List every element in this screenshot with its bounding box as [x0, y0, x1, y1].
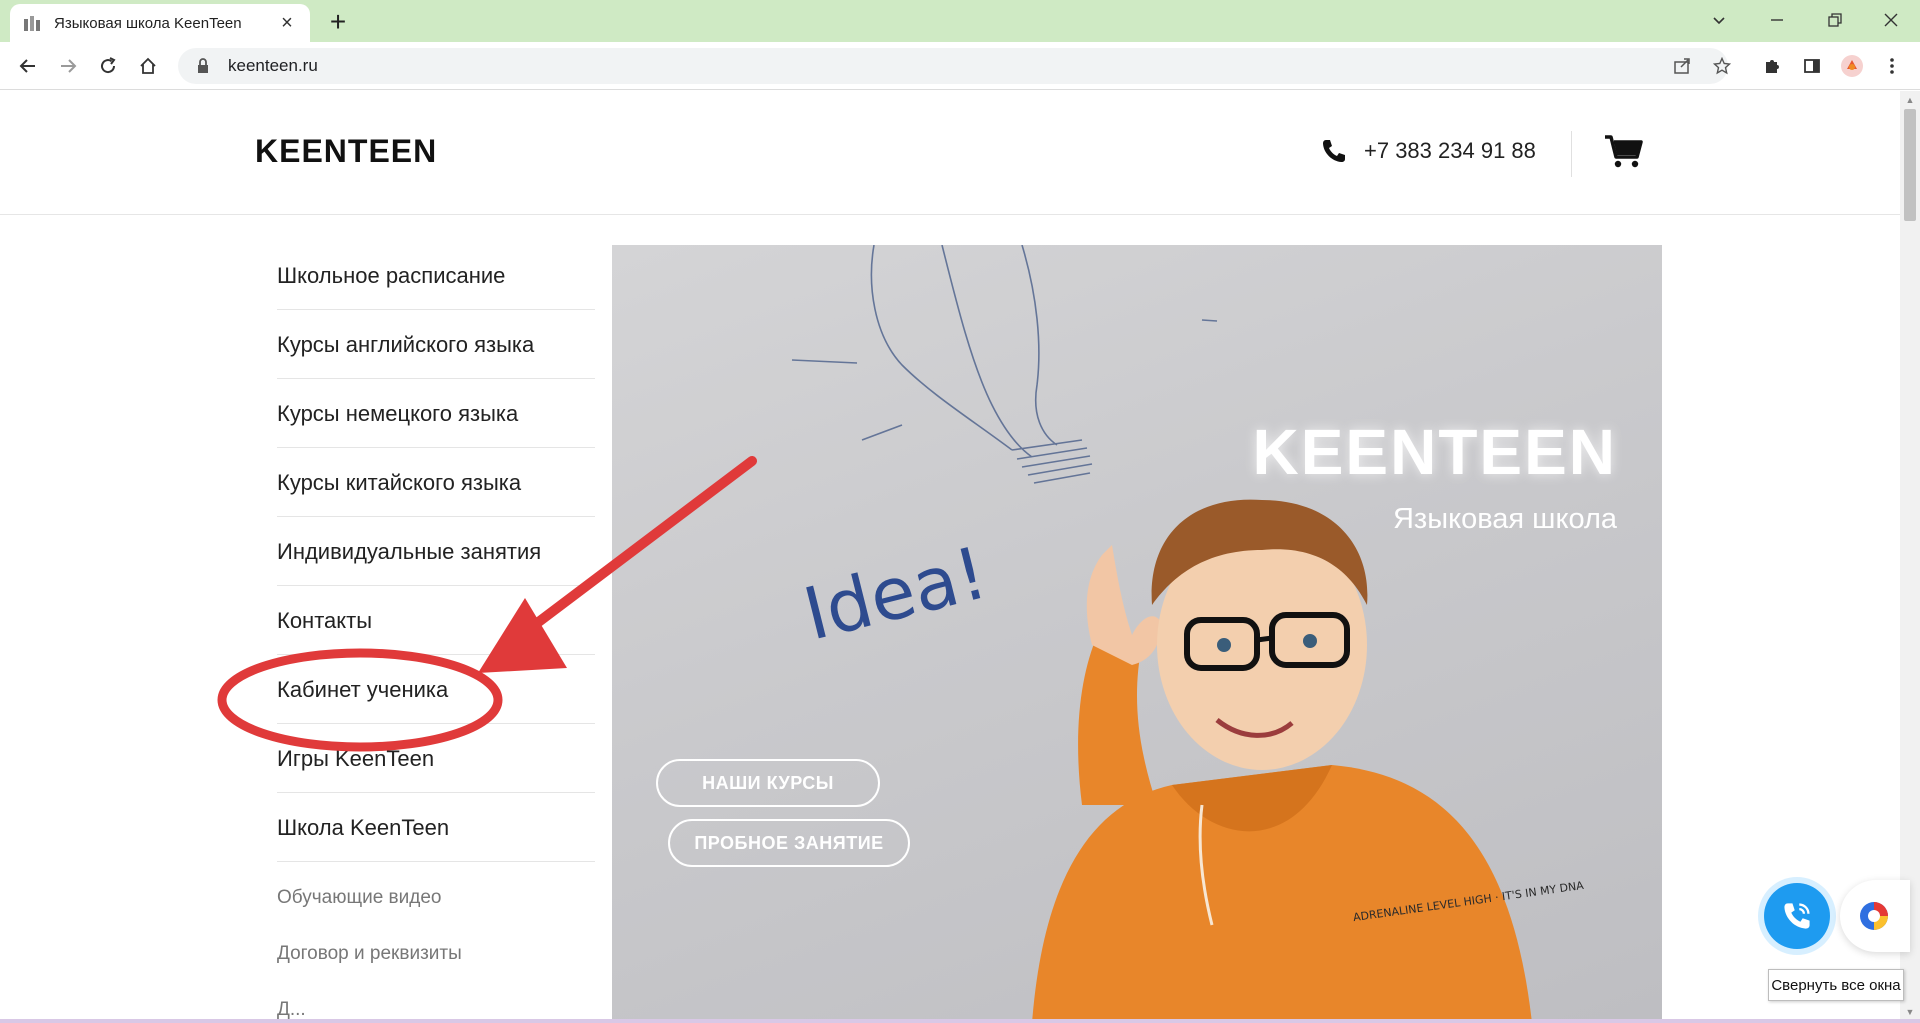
scroll-up-arrow-icon[interactable]: ▲: [1905, 95, 1915, 105]
side-menu: Школьное расписание Курсы английского яз…: [277, 241, 595, 1023]
phone-number: +7 383 234 91 88: [1364, 138, 1536, 163]
new-tab-button[interactable]: +: [322, 6, 354, 38]
hero-subtitle: Языковая школа: [1392, 503, 1617, 535]
cart-icon[interactable]: [1604, 133, 1644, 169]
header-divider: [1571, 131, 1572, 177]
menu-item-english[interactable]: Курсы английского языка: [277, 310, 595, 379]
trial-lesson-button[interactable]: ПРОБНОЕ ЗАНЯТИЕ: [668, 819, 910, 867]
hero-image: Idea!: [791, 245, 1532, 1023]
lightbulb-doodle-icon: [791, 245, 1218, 484]
tab-search-icon[interactable]: [1690, 0, 1748, 40]
site-header: KEENTEEN +7 383 234 91 88: [0, 91, 1900, 215]
share-icon[interactable]: [1666, 50, 1698, 82]
menu-item-chinese[interactable]: Курсы китайского языка: [277, 448, 595, 517]
restore-button[interactable]: [1806, 0, 1864, 40]
menu-item-schedule[interactable]: Школьное расписание: [277, 241, 595, 310]
tab-close-icon[interactable]: ×: [276, 12, 298, 34]
site-favicon-icon: [22, 13, 42, 33]
phone-call-icon: [1784, 903, 1810, 929]
site-logo[interactable]: KEENTEEN: [255, 133, 437, 170]
bookmark-star-icon[interactable]: [1706, 50, 1738, 82]
menu-item-contacts[interactable]: Контакты: [277, 586, 595, 655]
url-text: keenteen.ru: [228, 56, 318, 75]
forward-button[interactable]: [52, 50, 84, 82]
scroll-thumb[interactable]: [1904, 109, 1916, 221]
profile-avatar[interactable]: [1836, 50, 1868, 82]
reload-button[interactable]: [92, 50, 124, 82]
idea-handwriting: Idea!: [796, 530, 995, 656]
assistant-widget[interactable]: [1840, 880, 1910, 952]
menu-item-student-cabinet[interactable]: Кабинет ученика: [277, 655, 595, 724]
home-button[interactable]: [132, 50, 164, 82]
browser-menu-icon[interactable]: [1876, 50, 1908, 82]
tab-title: Языковая школа KeenTeen: [54, 14, 242, 32]
phone-link[interactable]: +7 383 234 91 88: [1320, 137, 1536, 165]
menu-item-contract[interactable]: Договор и реквизиты: [277, 926, 595, 982]
menu-item-videos[interactable]: Обучающие видео: [277, 870, 595, 926]
hero-title: KEENTEEN: [1252, 416, 1617, 488]
tab-strip: Языковая школа KeenTeen × +: [0, 0, 1920, 42]
back-button[interactable]: [12, 50, 44, 82]
our-courses-button[interactable]: НАШИ КУРСЫ: [656, 759, 880, 807]
menu-item-german[interactable]: Курсы немецкого языка: [277, 379, 595, 448]
callback-widget[interactable]: [1758, 877, 1836, 955]
extensions-puzzle-icon[interactable]: [1756, 50, 1788, 82]
hero-banner: Idea! ADRENALINE LEVEL HIGH · IT'S IN MY…: [612, 245, 1662, 1023]
browser-tab[interactable]: Языковая школа KeenTeen ×: [10, 4, 310, 42]
page-viewport: KEENTEEN +7 383 234 91 88 Школьное распи…: [0, 91, 1900, 1023]
minimize-button[interactable]: [1748, 0, 1806, 40]
taskbar-edge: [0, 1019, 1920, 1023]
side-panel-icon[interactable]: [1796, 50, 1828, 82]
assistant-logo-icon: [1860, 902, 1888, 930]
os-tooltip: Свернуть все окна: [1768, 969, 1904, 1001]
menu-item-more[interactable]: Д...: [277, 982, 595, 1023]
browser-toolbar: keenteen.ru: [0, 42, 1920, 90]
lock-icon[interactable]: [196, 58, 212, 74]
menu-item-school[interactable]: Школа KeenTeen: [277, 793, 595, 862]
menu-item-games[interactable]: Игры KeenTeen: [277, 724, 595, 793]
close-window-button[interactable]: [1862, 0, 1920, 40]
phone-icon: [1323, 140, 1345, 162]
scroll-down-arrow-icon[interactable]: ▼: [1905, 1007, 1915, 1017]
menu-item-individual[interactable]: Индивидуальные занятия: [277, 517, 595, 586]
address-bar[interactable]: keenteen.ru: [178, 48, 1728, 84]
